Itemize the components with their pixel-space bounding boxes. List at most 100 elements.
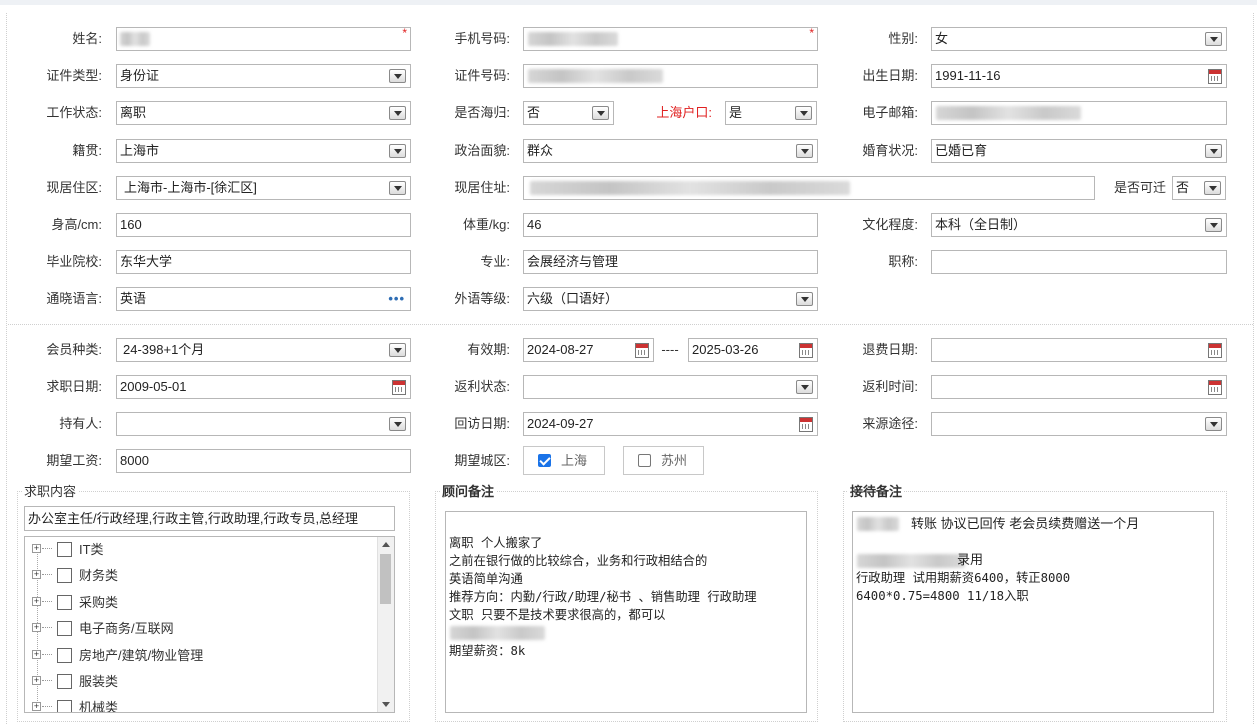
rebate-time-field[interactable] [931, 375, 1227, 399]
chevron-down-icon[interactable] [796, 144, 813, 158]
id-type-select[interactable]: 身份证 [116, 64, 411, 88]
calendar-icon[interactable] [1208, 380, 1222, 395]
rebate-time-label: 返利时间: [862, 379, 918, 394]
visit-date-field[interactable]: 2024-09-27 [523, 412, 818, 436]
plus-icon[interactable]: + [32, 702, 41, 711]
tree-item[interactable]: + 机械类 [25, 695, 375, 712]
phone-field[interactable]: * [523, 27, 818, 51]
tree-item[interactable]: + IT类 [25, 537, 375, 563]
job-date-field[interactable]: 2009-05-01 [116, 375, 411, 399]
returnee-select[interactable]: 否 [523, 101, 614, 125]
tree-item[interactable]: + 采购类 [25, 590, 375, 616]
height-value: 160 [120, 217, 142, 232]
lang-level-select[interactable]: 六级（口语好） [523, 287, 818, 311]
district-select[interactable]: 上海市-上海市-[徐汇区] [116, 176, 411, 200]
member-type-select[interactable]: 24-398+1个月 [116, 338, 411, 362]
checkbox-unchecked-icon[interactable] [57, 674, 72, 689]
plus-icon[interactable]: + [32, 544, 41, 553]
source-select[interactable] [931, 412, 1227, 436]
calendar-icon[interactable] [799, 343, 813, 358]
reception-notes-textarea[interactable]: 转账 协议已回传 老会员续费赠送一个月 录用 行政助理 试用期薪资6400，转正… [852, 511, 1214, 713]
chevron-down-icon[interactable] [796, 292, 813, 306]
city-option-shanghai[interactable]: 上海 [523, 446, 605, 475]
job-content-selected[interactable]: 办公室主任/行政经理,行政主管,行政助理,行政专员,总经理 [24, 506, 395, 531]
school-value: 东华大学 [120, 254, 173, 269]
chevron-down-icon[interactable] [795, 106, 812, 120]
required-mark: * [402, 26, 407, 40]
major-value: 会展经济与管理 [527, 254, 619, 269]
id-no-field[interactable] [523, 64, 818, 88]
calendar-icon[interactable] [1208, 69, 1222, 84]
rebate-status-select[interactable] [523, 375, 818, 399]
checkbox-unchecked-icon[interactable] [57, 568, 72, 583]
chevron-down-icon[interactable] [1205, 144, 1222, 158]
scroll-down-icon[interactable] [382, 702, 390, 707]
tree-item[interactable]: + 财务类 [25, 563, 375, 589]
plus-icon[interactable]: + [32, 623, 41, 632]
weight-field[interactable]: 46 [523, 213, 818, 237]
chevron-down-icon[interactable] [389, 69, 406, 83]
native-select[interactable]: 上海市 [116, 139, 411, 163]
title-field[interactable] [931, 250, 1227, 274]
plus-icon[interactable]: + [32, 570, 41, 579]
plus-icon[interactable]: + [32, 650, 41, 659]
refund-date-field[interactable] [931, 338, 1227, 362]
chevron-down-icon[interactable] [796, 380, 813, 394]
salary-field[interactable]: 8000 [116, 449, 411, 473]
calendar-icon[interactable] [392, 380, 406, 395]
relocate-select[interactable]: 否 [1172, 176, 1226, 200]
hukou-select[interactable]: 是 [725, 101, 817, 125]
checkbox-checked-icon[interactable] [538, 454, 551, 467]
chevron-down-icon[interactable] [389, 343, 406, 357]
email-field[interactable] [931, 101, 1227, 125]
language-field[interactable]: 英语 ••• [116, 287, 411, 311]
advisor-notes-textarea[interactable]: 离职 个人搬家了 之前在银行做的比较综合，业务和行政相结合的 英语简单沟通 推荐… [445, 511, 807, 713]
chevron-down-icon[interactable] [389, 106, 406, 120]
tree-item[interactable]: + 服装类 [25, 669, 375, 695]
more-dots-icon[interactable]: ••• [388, 292, 405, 305]
education-select[interactable]: 本科（全日制） [931, 213, 1227, 237]
chevron-down-icon[interactable] [1204, 181, 1221, 195]
chevron-down-icon[interactable] [389, 417, 406, 431]
school-field[interactable]: 东华大学 [116, 250, 411, 274]
calendar-icon[interactable] [799, 417, 813, 432]
plus-icon[interactable]: + [32, 676, 41, 685]
chevron-down-icon[interactable] [1205, 32, 1222, 46]
city-option-suzhou[interactable]: 苏州 [623, 446, 704, 475]
height-field[interactable]: 160 [116, 213, 411, 237]
name-field[interactable]: * [116, 27, 411, 51]
scroll-thumb[interactable] [380, 554, 391, 604]
address-field[interactable] [523, 176, 1095, 200]
scroll-up-icon[interactable] [382, 542, 390, 547]
chevron-down-icon[interactable] [389, 181, 406, 195]
political-select[interactable]: 群众 [523, 139, 818, 163]
tree-item[interactable]: + 房地产/建筑/物业管理 [25, 643, 375, 669]
checkbox-unchecked-icon[interactable] [57, 700, 72, 712]
checkbox-unchecked-icon[interactable] [57, 621, 72, 636]
checkbox-unchecked-icon[interactable] [57, 648, 72, 663]
gender-select[interactable]: 女 [931, 27, 1227, 51]
phone-label: 手机号码: [454, 31, 510, 46]
valid-from-field[interactable]: 2024-08-27 [523, 338, 654, 362]
plus-icon[interactable]: + [32, 597, 41, 606]
work-status-select[interactable]: 离职 [116, 101, 411, 125]
marital-select[interactable]: 已婚已育 [931, 139, 1227, 163]
chevron-down-icon[interactable] [592, 106, 609, 120]
calendar-icon[interactable] [635, 343, 649, 358]
birth-date-field[interactable]: 1991-11-16 [931, 64, 1227, 88]
checkbox-unchecked-icon[interactable] [638, 454, 651, 467]
major-field[interactable]: 会展经济与管理 [523, 250, 818, 274]
tree-item-label: 财务类 [79, 568, 119, 583]
calendar-icon[interactable] [1208, 343, 1222, 358]
tree-scrollbar[interactable] [377, 537, 394, 712]
tree-item[interactable]: + 电子商务/互联网 [25, 616, 375, 642]
holder-select[interactable] [116, 412, 411, 436]
valid-to-field[interactable]: 2025-03-26 [688, 338, 818, 362]
checkbox-unchecked-icon[interactable] [57, 595, 72, 610]
note-line: 转账 协议已回传 老会员续费赠送一个月 [911, 516, 1140, 531]
chevron-down-icon[interactable] [1205, 218, 1222, 232]
checkbox-unchecked-icon[interactable] [57, 542, 72, 557]
salary-value: 8000 [120, 453, 149, 468]
chevron-down-icon[interactable] [389, 144, 406, 158]
chevron-down-icon[interactable] [1205, 417, 1222, 431]
